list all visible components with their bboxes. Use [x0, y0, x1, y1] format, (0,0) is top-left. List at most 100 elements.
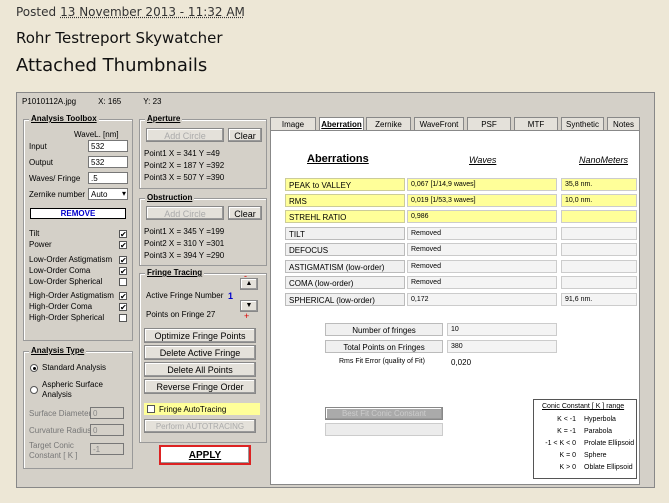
- surface-diameter-label: Surface Diameter: [29, 409, 92, 418]
- delete-all-points-button[interactable]: Delete All Points: [144, 362, 256, 377]
- apply-button[interactable]: APPLY: [159, 445, 251, 465]
- aberration-nm: [561, 227, 637, 240]
- tab-psf[interactable]: PSF: [467, 117, 511, 130]
- aperture-group: Aperture Add Circle Clear Point1 X = 341…: [139, 114, 267, 189]
- conic-k: K = -1: [557, 428, 576, 435]
- chevron-down-icon: ▾: [121, 189, 126, 198]
- aberration-nm: [561, 210, 637, 223]
- aberration-name: PEAK to VALLEY: [285, 178, 405, 191]
- aberration-nm: [561, 276, 637, 289]
- conic-name: Prolate Ellipsoid: [584, 440, 635, 447]
- check-box[interactable]: ✔: [119, 267, 127, 276]
- autotracing-checkbox[interactable]: [147, 405, 155, 413]
- zernike-label: Zernike number: [29, 190, 86, 199]
- obstruction-title: Obstruction: [145, 193, 195, 202]
- tab-wavefront[interactable]: WaveFront: [414, 117, 464, 130]
- output-field[interactable]: 532: [88, 156, 128, 168]
- curvature-label: Curvature Radius: [29, 426, 92, 435]
- conic-target-field[interactable]: -1: [90, 443, 124, 455]
- aberrations-heading: Aberrations: [307, 153, 369, 165]
- check-box[interactable]: [119, 278, 127, 286]
- surface-diameter-field[interactable]: 0: [90, 407, 124, 419]
- aberration-waves: 0,067 [1/14,9 waves]: [407, 178, 557, 191]
- aberration-name: COMA (low-order): [285, 276, 405, 289]
- conic-k: -1 < K < 0: [545, 440, 576, 447]
- active-fringe-label: Active Fringe Number: [146, 291, 224, 300]
- rms-fit-label: Rms Fit Error (quality of Fit): [339, 358, 425, 365]
- aspheric-radio[interactable]: [30, 386, 38, 394]
- post-meta: Posted 13 November 2013 - 11:32 AM: [16, 5, 245, 19]
- aberration-name: ASTIGMATISM (low-order): [285, 260, 405, 273]
- arrow-up-icon: ▲: [245, 280, 253, 287]
- aperture-title: Aperture: [145, 114, 183, 123]
- zernike-select[interactable]: Auto ▾: [88, 188, 128, 200]
- rms-fit-value: 0,020: [451, 358, 472, 367]
- check-box[interactable]: ✔: [119, 256, 127, 265]
- tab-image[interactable]: Image: [270, 117, 316, 130]
- attached-screenshot[interactable]: P1010112A.jpg X: 165 Y: 23 Analysis Toolbo…: [16, 92, 655, 488]
- obstruction-point1: Point1 X = 345 Y =199: [144, 227, 225, 236]
- total-points-label: Total Points on Fringes: [325, 340, 443, 353]
- conic-name: Parabola: [584, 428, 613, 435]
- delete-active-fringe-button[interactable]: Delete Active Fringe: [144, 345, 256, 360]
- obstruction-add-circle-button[interactable]: Add Circle: [146, 206, 224, 220]
- post-date-link[interactable]: 13 November 2013 - 11:32 AM: [60, 5, 245, 19]
- wavel-label: WaveL. [nm]: [74, 130, 119, 139]
- input-label: Input: [29, 142, 47, 151]
- check-box[interactable]: ✔: [119, 303, 127, 312]
- posted-label: Posted: [16, 5, 57, 19]
- check-label: High-Order Astigmatism: [29, 291, 114, 300]
- tab-zernike[interactable]: Zernike: [366, 117, 411, 130]
- aberration-nm: 91,6 nm.: [561, 293, 637, 306]
- conic-k: K < -1: [557, 416, 576, 423]
- tab-synthetic[interactable]: Synthetic: [561, 117, 604, 130]
- optimize-fringe-points-button[interactable]: Optimize Fringe Points: [144, 328, 256, 343]
- aperture-add-circle-button[interactable]: Add Circle: [146, 128, 224, 142]
- arrow-down-icon: ▼: [245, 302, 253, 309]
- aberration-name: STREHL RATIO: [285, 210, 405, 223]
- toolbox-title: Analysis Toolbox: [29, 114, 99, 123]
- check-label: Low-Order Spherical: [29, 277, 103, 286]
- output-label: Output: [29, 158, 54, 167]
- aperture-point2: Point2 X = 187 Y =392: [144, 161, 225, 170]
- check-label: Tilt: [29, 229, 40, 238]
- aberration-name: TILT: [285, 227, 405, 240]
- reverse-fringe-order-button[interactable]: Reverse Fringe Order: [144, 379, 256, 394]
- input-field[interactable]: 532: [88, 140, 128, 152]
- check-box[interactable]: [119, 314, 127, 322]
- aberration-nm: [561, 243, 637, 256]
- curvature-field[interactable]: 0: [90, 424, 124, 436]
- conic-k: K = 0: [559, 452, 576, 459]
- obstruction-clear-button[interactable]: Clear: [228, 206, 262, 220]
- obstruction-point2: Point2 X = 310 Y =301: [144, 239, 225, 248]
- conic-name: Sphere: [584, 452, 607, 459]
- tab-mtf[interactable]: MTF: [514, 117, 558, 130]
- waves-label: Waves/ Fringe: [29, 174, 81, 183]
- aberration-name: SPHERICAL (low-order): [285, 293, 405, 306]
- aberration-name: DEFOCUS: [285, 243, 405, 256]
- check-box[interactable]: ✔: [119, 230, 127, 239]
- tab-notes[interactable]: Notes: [607, 117, 640, 130]
- cursor-y: Y: 23: [143, 97, 162, 106]
- total-points-value: 380: [447, 340, 557, 353]
- attachments-heading: Attached Thumbnails: [16, 55, 208, 76]
- fringe-up-button[interactable]: ▲: [240, 278, 258, 290]
- minus-icon: +: [244, 311, 250, 321]
- waves-field[interactable]: .5: [88, 172, 128, 184]
- post-title: Rohr Testreport Skywatcher: [16, 29, 223, 47]
- aperture-clear-button[interactable]: Clear: [228, 128, 262, 142]
- check-box[interactable]: ✔: [119, 241, 127, 250]
- points-on-fringe: Points on Fringe 27: [146, 310, 216, 319]
- remove-button[interactable]: REMOVE: [30, 208, 126, 219]
- conic-range-box: Conic Constant [ K ] range K < -1 Hyperbo…: [533, 399, 637, 479]
- aberration-waves: 0,019 [1/53,3 waves]: [407, 194, 557, 207]
- perform-autotracing-button[interactable]: Perform AUTOTRACING: [144, 419, 256, 433]
- standard-radio[interactable]: [30, 364, 38, 372]
- best-fit-conic-button[interactable]: Best Fit Conic Constant: [325, 407, 443, 420]
- aberration-panel: Aberrations Waves NanoMeters PEAK to VAL…: [270, 130, 640, 485]
- zernike-value: Auto: [91, 190, 108, 199]
- check-box[interactable]: ✔: [119, 292, 127, 301]
- plus-icon: -: [244, 271, 247, 281]
- tab-aberration[interactable]: Aberration: [319, 117, 364, 131]
- aberration-nm: 10,0 nm.: [561, 194, 637, 207]
